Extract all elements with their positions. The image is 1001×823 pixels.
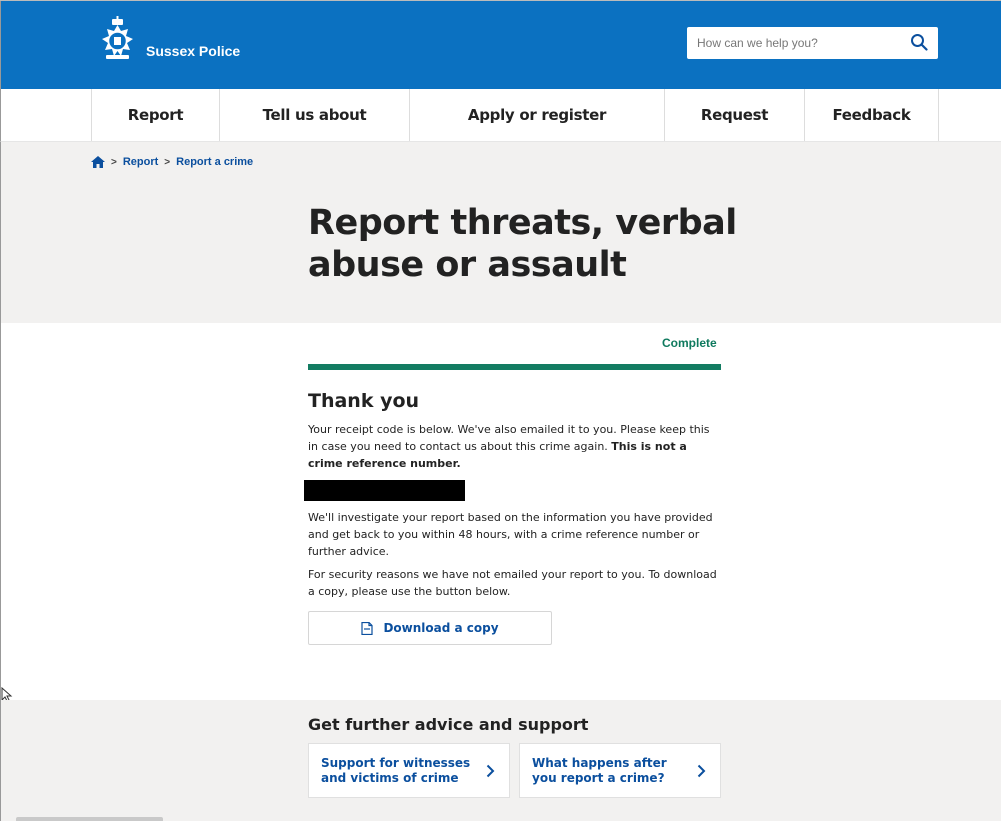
brand-name: Sussex Police [146, 43, 241, 59]
search-box [687, 27, 938, 59]
receipt-info-text: Your receipt code is below. We've also e… [308, 421, 721, 472]
chevron-right-icon [486, 764, 495, 778]
advice-section: Get further advice and support Support f… [0, 700, 1001, 821]
advice-card-support-witnesses[interactable]: Support for witnesses and victims of cri… [308, 743, 510, 798]
progress-label: Complete [662, 336, 717, 350]
progress-bar [308, 364, 721, 370]
advice-card-label: Support for witnesses and victims of cri… [321, 755, 471, 785]
nav-item-apply-or-register[interactable]: Apply or register [409, 89, 664, 141]
thank-you-heading: Thank you [308, 390, 420, 412]
crest-logo-icon [102, 16, 133, 59]
home-icon[interactable] [91, 156, 105, 168]
nav-item-tell-us-about[interactable]: Tell us about [219, 89, 409, 141]
search-input[interactable] [687, 28, 897, 58]
advice-heading: Get further advice and support [308, 715, 589, 734]
breadcrumb-separator: > [111, 156, 117, 168]
breadcrumb-link-report-a-crime[interactable]: Report a crime [176, 156, 253, 168]
redacted-receipt-code [304, 480, 465, 501]
main-nav: Report Tell us about Apply or register R… [0, 89, 1001, 142]
security-info-text: For security reasons we have not emailed… [308, 568, 717, 598]
download-copy-label: Download a copy [383, 621, 499, 635]
search-icon[interactable] [910, 33, 928, 51]
site-logo-link[interactable]: Sussex Police [90, 15, 240, 75]
advice-card-what-happens[interactable]: What happens after you report a crime? [519, 743, 721, 798]
nav-item-report[interactable]: Report [91, 89, 219, 141]
nav-item-request[interactable]: Request [664, 89, 804, 141]
document-icon [361, 621, 374, 635]
nav-item-feedback[interactable]: Feedback [804, 89, 939, 141]
site-header: Sussex Police [0, 1, 1001, 89]
horizontal-scrollbar[interactable] [16, 817, 163, 821]
investigation-info-text: We'll investigate your report based on t… [308, 511, 713, 558]
main-content: Complete Thank you Your receipt code is … [0, 323, 1001, 703]
breadcrumb-link-report[interactable]: Report [123, 156, 158, 168]
advice-card-label: What happens after you report a crime? [532, 755, 667, 785]
breadcrumb: > Report > Report a crime [91, 156, 253, 168]
download-copy-button[interactable]: Download a copy [308, 611, 552, 645]
page-hero: > Report > Report a crime Report threats… [0, 142, 1001, 323]
chevron-right-icon [697, 764, 706, 778]
page-title: Report threats, verbal abuse or assault [308, 203, 737, 285]
breadcrumb-separator: > [164, 156, 171, 168]
